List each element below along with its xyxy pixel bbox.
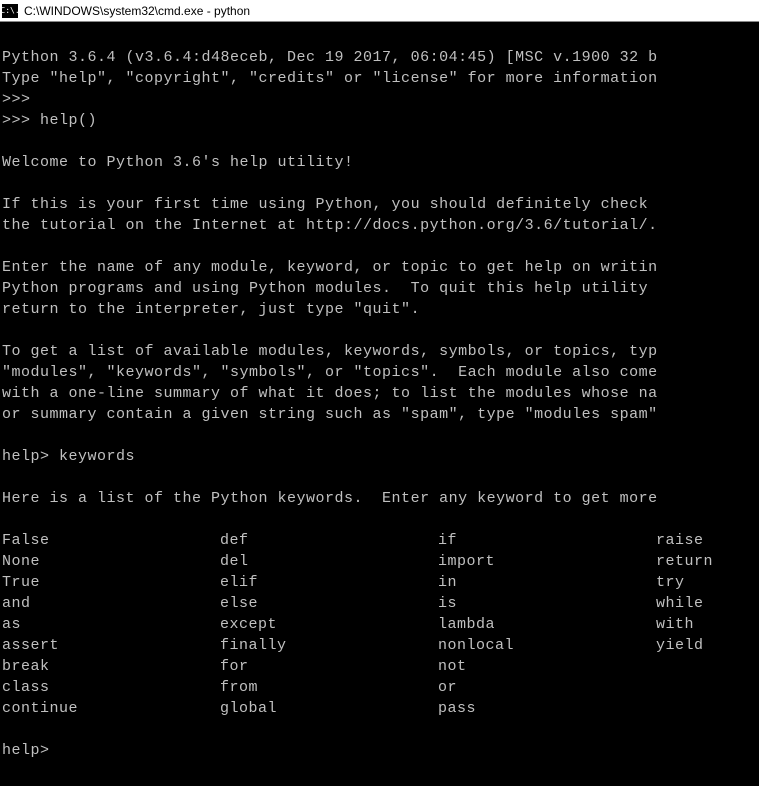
keyword: with [656, 614, 757, 635]
cmd-icon: C:\. [2, 4, 18, 18]
keyword: while [656, 593, 757, 614]
keyword: global [220, 698, 438, 719]
keyword: lambda [438, 614, 656, 635]
keyword [656, 698, 757, 719]
keyword [656, 677, 757, 698]
help-para3-line3: with a one-line summary of what it does;… [2, 385, 658, 402]
help-para3-line2: "modules", "keywords", "symbols", or "to… [2, 364, 658, 381]
keyword: break [2, 656, 220, 677]
python-info-line: Type "help", "copyright", "credits" or "… [2, 70, 658, 87]
keyword: finally [220, 635, 438, 656]
keyword: pass [438, 698, 656, 719]
keyword: except [220, 614, 438, 635]
help-welcome: Welcome to Python 3.6's help utility! [2, 154, 354, 171]
terminal-output[interactable]: Python 3.6.4 (v3.6.4:d48eceb, Dec 19 201… [0, 22, 759, 765]
keyword: as [2, 614, 220, 635]
repl-input-help: >>> help() [2, 112, 97, 129]
keyword: True [2, 572, 220, 593]
keyword: import [438, 551, 656, 572]
keyword: from [220, 677, 438, 698]
help-para3-line4: or summary contain a given string such a… [2, 406, 658, 423]
help-para1-line2: the tutorial on the Internet at http://d… [2, 217, 658, 234]
keyword: continue [2, 698, 220, 719]
keyword [656, 656, 757, 677]
keyword: else [220, 593, 438, 614]
keyword: is [438, 593, 656, 614]
keyword: not [438, 656, 656, 677]
keyword: for [220, 656, 438, 677]
help-para3-line1: To get a list of available modules, keyw… [2, 343, 658, 360]
repl-prompt: >>> [2, 91, 31, 108]
window-title: C:\WINDOWS\system32\cmd.exe - python [24, 4, 250, 18]
help-para2-line1: Enter the name of any module, keyword, o… [2, 259, 658, 276]
keyword: in [438, 572, 656, 593]
help-para2-line2: Python programs and using Python modules… [2, 280, 658, 297]
keyword: nonlocal [438, 635, 656, 656]
keyword: def [220, 530, 438, 551]
window-titlebar[interactable]: C:\. C:\WINDOWS\system32\cmd.exe - pytho… [0, 0, 759, 22]
keyword: assert [2, 635, 220, 656]
keyword: class [2, 677, 220, 698]
python-version-line: Python 3.6.4 (v3.6.4:d48eceb, Dec 19 201… [2, 49, 658, 66]
keywords-table: Falsedefifraise Nonedelimportreturn True… [2, 530, 757, 719]
keyword: try [656, 572, 757, 593]
keyword: None [2, 551, 220, 572]
keyword: del [220, 551, 438, 572]
keyword: if [438, 530, 656, 551]
keyword: or [438, 677, 656, 698]
keywords-intro: Here is a list of the Python keywords. E… [2, 490, 658, 507]
keyword: yield [656, 635, 757, 656]
help-prompt-keywords: help> keywords [2, 448, 135, 465]
help-para1-line1: If this is your first time using Python,… [2, 196, 658, 213]
keyword: elif [220, 572, 438, 593]
help-para2-line3: return to the interpreter, just type "qu… [2, 301, 420, 318]
keyword: raise [656, 530, 757, 551]
keyword: False [2, 530, 220, 551]
help-prompt-cursor[interactable]: help> [2, 742, 50, 759]
keyword: return [656, 551, 757, 572]
keyword: and [2, 593, 220, 614]
